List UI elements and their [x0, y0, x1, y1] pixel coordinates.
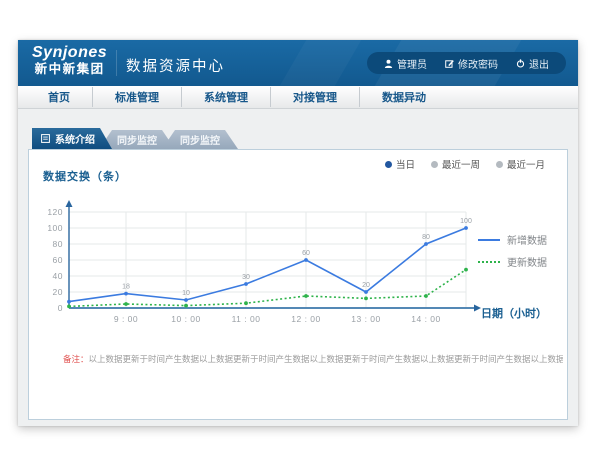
svg-text:14 : 00: 14 : 00	[411, 314, 441, 324]
svg-text:120: 120	[47, 207, 63, 217]
footnote-text: 以上数据更新于时间产生数据以上数据更新于时间产生数据以上数据更新于时间产生数据以…	[89, 354, 563, 364]
change-password-button[interactable]: 修改密码	[436, 56, 507, 71]
app-window: Synjones 新中新集团 数据资源中心 管理员 修改密码 退出 首页 标准管…	[18, 40, 578, 426]
svg-text:10 : 00: 10 : 00	[171, 314, 201, 324]
logout-label: 退出	[529, 56, 549, 71]
tab-label: 同步监控	[180, 132, 220, 147]
svg-text:60: 60	[302, 250, 310, 257]
tab-sync-monitor-2[interactable]: 同步监控	[162, 130, 238, 149]
power-icon	[516, 59, 525, 68]
svg-text:18: 18	[122, 284, 130, 291]
svg-text:60: 60	[53, 255, 63, 265]
svg-text:80: 80	[422, 234, 430, 241]
chart-card: 当日 最近一周 最近一月 数据交换（条） 0204060801001209 : …	[28, 149, 568, 420]
svg-text:9 : 00: 9 : 00	[114, 314, 138, 324]
main-nav: 首页 标准管理 系统管理 对接管理 数据异动	[18, 86, 578, 109]
legend-item-new-data[interactable]: 新增数据	[478, 232, 547, 247]
footnote-prefix: 备注：	[63, 354, 89, 364]
svg-text:12 : 00: 12 : 00	[291, 314, 321, 324]
svg-text:30: 30	[242, 274, 250, 281]
tab-label: 同步监控	[117, 132, 157, 147]
legend-item-update-data[interactable]: 更新数据	[478, 254, 547, 269]
user-icon	[384, 59, 393, 68]
svg-text:80: 80	[53, 239, 63, 249]
svg-text:100: 100	[47, 223, 63, 233]
tab-bar: 系统介绍 同步监控 同步监控	[32, 128, 238, 149]
line-chart-svg: 0 20 40 60 80 100 120 9 : 00 10 : 00 11 : 00 12 : …	[29, 150, 569, 422]
svg-text:10: 10	[182, 290, 190, 297]
svg-text:13 : 00: 13 : 00	[351, 314, 381, 324]
user-account-button[interactable]: 管理员	[375, 56, 436, 71]
header-streak	[276, 40, 364, 86]
header-divider	[116, 50, 117, 76]
solid-line-icon	[478, 239, 500, 241]
dotted-line-icon	[478, 261, 500, 263]
change-password-label: 修改密码	[458, 56, 498, 71]
app-header: Synjones 新中新集团 数据资源中心 管理员 修改密码 退出	[18, 40, 578, 86]
svg-text:11 : 00: 11 : 00	[232, 314, 261, 324]
chart-legend: 新增数据 更新数据	[478, 232, 547, 276]
legend-label: 新增数据	[507, 232, 547, 247]
nav-item-standard-mgmt[interactable]: 标准管理	[92, 87, 181, 107]
x-axis-title: 日期（小时）	[481, 305, 547, 321]
nav-item-home[interactable]: 首页	[26, 87, 92, 107]
svg-text:100: 100	[460, 218, 472, 225]
footnote: 备注：以上数据更新于时间产生数据以上数据更新于时间产生数据以上数据更新于时间产生…	[63, 353, 563, 365]
nav-item-interface-mgmt[interactable]: 对接管理	[270, 87, 359, 107]
logout-button[interactable]: 退出	[507, 56, 558, 71]
svg-text:20: 20	[53, 287, 63, 297]
tab-label: 系统介绍	[55, 131, 95, 146]
legend-label: 更新数据	[507, 254, 547, 269]
user-name-label: 管理员	[397, 56, 427, 71]
logo-brand: Synjones	[32, 44, 107, 62]
logo: Synjones 新中新集团	[32, 44, 107, 77]
svg-text:0: 0	[58, 303, 63, 313]
document-icon	[41, 134, 50, 143]
logo-company: 新中新集团	[32, 62, 107, 76]
svg-text:20: 20	[362, 282, 370, 289]
nav-item-system-mgmt[interactable]: 系统管理	[181, 87, 270, 107]
user-menu: 管理员 修改密码 退出	[367, 52, 566, 74]
content-area: 系统介绍 同步监控 同步监控 当日 最近一周	[18, 109, 578, 426]
tab-sync-monitor-1[interactable]: 同步监控	[99, 130, 175, 149]
tab-system-intro[interactable]: 系统介绍	[32, 128, 112, 149]
svg-text:40: 40	[53, 271, 63, 281]
edit-icon	[445, 59, 454, 68]
nav-item-data-change[interactable]: 数据异动	[359, 87, 448, 107]
app-title: 数据资源中心	[126, 55, 225, 76]
